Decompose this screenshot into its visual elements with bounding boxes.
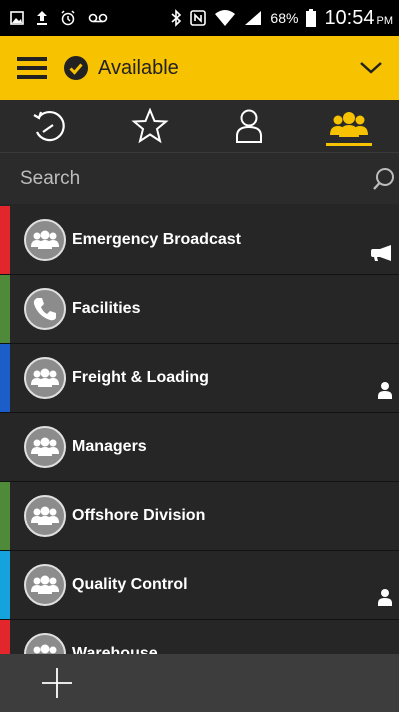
group-icon: [330, 112, 369, 137]
phone-icon: [32, 296, 58, 322]
battery-icon: [306, 9, 317, 27]
upload-icon: [37, 11, 47, 25]
image-icon: [10, 11, 24, 25]
search-icon[interactable]: [373, 167, 395, 191]
group-name: Freight & Loading: [72, 369, 209, 386]
clock-time: 10:54: [324, 6, 375, 29]
group-name: Managers: [72, 438, 147, 455]
hamburger-menu-icon: [17, 57, 47, 79]
tab-groups[interactable]: [299, 100, 399, 152]
group-color-stripe: [0, 620, 10, 654]
group-name: Facilities: [72, 300, 141, 317]
group-icon: [30, 367, 60, 389]
group-icon: [30, 574, 60, 596]
wifi-icon: [215, 10, 236, 26]
person-icon: [377, 588, 393, 611]
group-avatar: [24, 426, 66, 468]
group-color-stripe: [0, 206, 10, 274]
add-group-button[interactable]: [40, 666, 74, 700]
status-bar: 68% 10:54 PM: [0, 0, 399, 36]
tab-contacts[interactable]: [200, 100, 300, 152]
alarm-icon: [61, 10, 75, 26]
group-name: Offshore Division: [72, 507, 206, 524]
group-row[interactable]: Facilities: [0, 275, 399, 344]
person-icon: [236, 109, 263, 143]
megaphone-icon: [371, 245, 393, 266]
group-avatar: [24, 633, 66, 654]
group-icon: [30, 229, 60, 251]
group-color-stripe: [0, 482, 10, 550]
search-input[interactable]: [18, 166, 373, 191]
clock: 10:54 PM: [324, 7, 393, 30]
chevron-down-icon: [360, 62, 382, 74]
clock-ampm: PM: [376, 14, 394, 27]
battery-percent: 68%: [270, 10, 299, 26]
nfc-icon: [190, 10, 207, 26]
voicemail-icon: [88, 13, 108, 23]
group-color-stripe: [0, 344, 10, 412]
group-list: Emergency Broadcast Facilities Freight & L…: [0, 206, 399, 654]
group-row[interactable]: Offshore Division: [0, 482, 399, 551]
group-name: Warehouse: [72, 645, 158, 654]
group-color-stripe: [0, 551, 10, 619]
app-bar: Available: [0, 36, 399, 100]
status-bar-right: 68% 10:54 PM: [170, 7, 393, 30]
group-avatar: [24, 288, 66, 330]
group-icon: [30, 436, 60, 458]
tab-recents[interactable]: [0, 100, 100, 152]
signal-icon: [245, 11, 262, 25]
bottom-bar: [0, 654, 399, 712]
star-icon: [130, 108, 169, 144]
group-color-stripe: [0, 275, 10, 343]
group-name: Emergency Broadcast: [72, 231, 241, 248]
status-dropdown-button[interactable]: [357, 54, 385, 82]
tab-bar: [0, 100, 399, 152]
group-icon: [30, 505, 60, 527]
tab-favorites[interactable]: [100, 100, 200, 152]
group-row[interactable]: Emergency Broadcast: [0, 206, 399, 275]
status-bar-left: [10, 10, 108, 26]
check-circle-icon: [64, 56, 88, 80]
group-row[interactable]: Quality Control: [0, 551, 399, 620]
person-icon: [377, 381, 393, 404]
search-bar: [0, 152, 399, 204]
group-avatar: [24, 564, 66, 606]
group-name: Quality Control: [72, 576, 188, 593]
group-avatar: [24, 219, 66, 261]
group-row[interactable]: Managers: [0, 413, 399, 482]
group-avatar: [24, 495, 66, 537]
group-icon: [30, 643, 60, 654]
presence-status[interactable]: Available: [98, 57, 179, 80]
group-avatar: [24, 357, 66, 399]
group-row[interactable]: Warehouse: [0, 620, 399, 654]
history-icon: [33, 110, 65, 142]
plus-icon: [42, 668, 72, 698]
menu-button[interactable]: [14, 50, 50, 86]
bluetooth-icon: [171, 9, 182, 27]
group-row[interactable]: Freight & Loading: [0, 344, 399, 413]
